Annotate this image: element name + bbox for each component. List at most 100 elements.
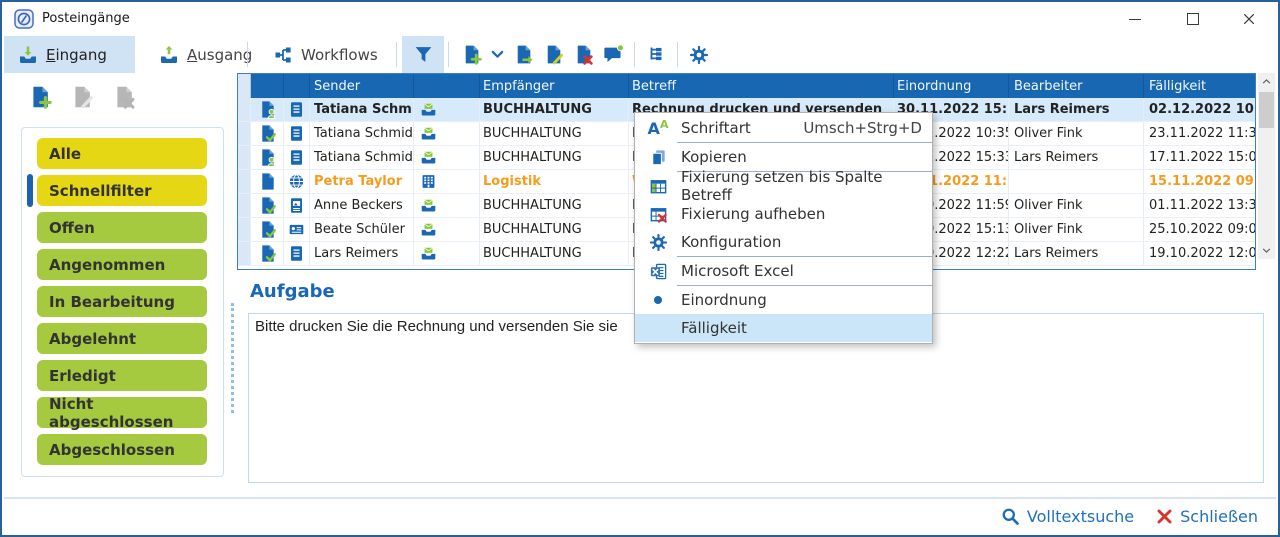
header-betreff[interactable]: Betreff [629, 74, 894, 98]
gear-icon [649, 233, 668, 252]
maximize-icon [1187, 13, 1199, 25]
filter-button-erledigt[interactable]: Erledigt [37, 360, 207, 391]
funnel-icon [413, 44, 434, 65]
close-view-button[interactable]: Schließen [1156, 507, 1258, 526]
row-due: 02.12.2022 10:00 [1144, 98, 1255, 121]
filter-button-abgelehnt[interactable]: Abgelehnt [37, 323, 207, 354]
table-scrollbar[interactable] [1258, 73, 1275, 259]
row-recipient: BUCHHALTUNG [480, 194, 629, 217]
row-editor: Lars Reimers [1009, 242, 1144, 265]
header-status[interactable] [251, 74, 284, 98]
app-logo-icon [14, 9, 34, 29]
menu-item-microsoft-excel[interactable]: Microsoft Excel [635, 257, 932, 285]
menu-item-fixierung-aufheben[interactable]: Fixierung aufheben [635, 200, 932, 228]
table-header: Sender Empfänger Betreff Einordnung Bear… [238, 74, 1255, 98]
menu-item-schriftart[interactable]: AASchriftartUmsch+Strg+D [635, 114, 932, 142]
tab-workflows[interactable]: Workflows [259, 36, 392, 73]
row-select-strip[interactable] [238, 98, 251, 121]
forward-document-button[interactable] [508, 36, 538, 73]
tab-separator [247, 42, 248, 67]
tray-mail-icon [420, 221, 437, 238]
row-sender: Tatiana Schmid [310, 122, 414, 145]
row-select-strip[interactable] [238, 170, 251, 193]
menu-item-label: Einordnung [681, 291, 932, 309]
toolbar-separator [677, 42, 678, 67]
menu-shortcut: Umsch+Strg+D [803, 119, 932, 137]
header-einordnung[interactable]: Einordnung [894, 74, 1009, 98]
settings-button[interactable] [684, 36, 714, 73]
filter-button-schnellfilter[interactable]: Schnellfilter [37, 175, 207, 206]
window-title: Posteingänge [42, 11, 130, 26]
row-select-strip[interactable] [238, 122, 251, 145]
header-empfaenger[interactable]: Empfänger [480, 74, 629, 98]
row-select-strip[interactable] [238, 242, 251, 265]
doc-lines-icon [288, 245, 305, 262]
tab-eingang[interactable]: Eingang [4, 36, 135, 73]
menu-item-konfiguration[interactable]: Konfiguration [635, 228, 932, 256]
row-select-strip[interactable] [238, 146, 251, 169]
menu-item-einordnung[interactable]: Einordnung [635, 286, 932, 314]
menu-item-fixierung-setzen-bis-spalte-betreff[interactable]: Fixierung setzen bis Spalte Betreff [635, 172, 932, 200]
filter-button-alle[interactable]: Alle [37, 138, 207, 169]
maximize-button[interactable] [1178, 6, 1208, 32]
filter-edit-icon[interactable] [70, 85, 94, 109]
close-view-label: Schließen [1180, 507, 1258, 526]
row-due: 19.10.2022 12:00 [1144, 242, 1255, 265]
edit-document-button[interactable] [538, 36, 568, 73]
delete-document-button[interactable] [568, 36, 598, 73]
menu-item-label: Fixierung aufheben [681, 205, 932, 223]
row-sender: Tatiana Schmid [310, 98, 414, 121]
tab-separator [396, 42, 397, 67]
add-document-dropdown[interactable] [486, 36, 508, 73]
scroll-up-button[interactable] [1258, 73, 1275, 90]
tray-mail-icon [420, 245, 437, 262]
filter-add-icon[interactable] [28, 85, 52, 109]
row-due: 01.11.2022 13:30 [1144, 194, 1255, 217]
header-type[interactable] [284, 74, 310, 98]
filter-toggle-button[interactable] [402, 36, 444, 73]
doc-check-icon [258, 196, 277, 215]
row-due: 23.11.2022 11:30 [1144, 122, 1255, 145]
filter-delete-icon[interactable] [112, 85, 136, 109]
doc-image-icon [288, 197, 305, 214]
row-editor: Oliver Fink [1009, 194, 1144, 217]
filter-button-in-bearbeitung[interactable]: In Bearbeitung [37, 286, 207, 317]
minimize-button[interactable] [1120, 6, 1150, 32]
add-document-button[interactable] [456, 36, 486, 73]
fulltext-search-button[interactable]: Volltextsuche [1001, 507, 1134, 526]
tableunpin-icon [649, 205, 668, 224]
tab-ausgang[interactable]: Ausgang [145, 36, 266, 73]
row-due: 25.10.2022 09:00 [1144, 218, 1255, 241]
tree-view-button[interactable] [641, 36, 671, 73]
row-recipient: BUCHHALTUNG [480, 242, 629, 265]
scroll-down-button[interactable] [1258, 242, 1275, 259]
bullet-icon [654, 296, 662, 304]
row-select-strip[interactable] [238, 194, 251, 217]
menu-item-fälligkeit[interactable]: Fälligkeit [635, 314, 932, 342]
filter-button-angenommen[interactable]: Angenommen [37, 249, 207, 280]
filter-button-offen[interactable]: Offen [37, 212, 207, 243]
document-add-icon [461, 44, 482, 65]
filter-list: Alle Schnellfilter Offen Angenommen In Bearb… [21, 127, 224, 477]
scrollbar-thumb[interactable] [1259, 92, 1274, 128]
filter-button-nicht-abgeschlossen[interactable]: Nicht abgeschlossen [37, 397, 207, 428]
filter-button-abgeschlossen[interactable]: Abgeschlossen [37, 434, 207, 465]
close-red-icon [1156, 508, 1173, 525]
menu-item-kopieren[interactable]: Kopieren [635, 143, 932, 171]
row-recipient-icon-cell [414, 242, 480, 265]
menu-item-label: Kopieren [681, 148, 932, 166]
row-type-cell [284, 242, 310, 265]
header-sender[interactable]: Sender [310, 74, 414, 98]
sidebar-splitter[interactable] [231, 303, 234, 413]
context-menu: AASchriftartUmsch+Strg+D Kopieren Fixierun… [634, 112, 933, 344]
row-status-cell [251, 194, 284, 217]
row-select-strip[interactable] [238, 218, 251, 241]
header-recipient-icon[interactable] [414, 74, 480, 98]
close-button[interactable] [1234, 6, 1264, 32]
tablepin-icon [635, 177, 681, 196]
row-recipient-icon-cell [414, 98, 480, 121]
row-type-cell [284, 146, 310, 169]
header-faelligkeit[interactable]: Fälligkeit [1144, 74, 1255, 98]
header-bearbeiter[interactable]: Bearbeiter [1009, 74, 1144, 98]
comment-button[interactable] [598, 36, 628, 73]
